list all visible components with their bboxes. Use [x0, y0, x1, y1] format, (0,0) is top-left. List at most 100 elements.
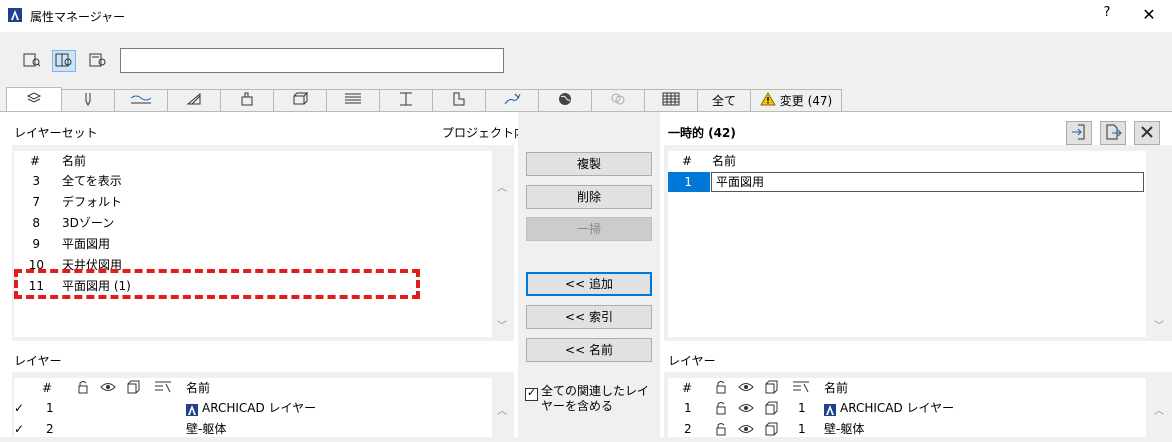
- layers-right-scrollbar[interactable]: ︿: [1148, 378, 1168, 437]
- tab-markup[interactable]: [432, 89, 486, 111]
- list-item[interactable]: 3 全てを表示: [14, 171, 121, 191]
- layers-label-left: レイヤー: [14, 354, 62, 368]
- visible-check-icon: ✓: [14, 422, 25, 436]
- lock-icon[interactable]: [714, 422, 728, 442]
- detail-view-icon: [89, 53, 107, 70]
- surface-icon: [503, 92, 521, 109]
- checkmark-icon: ✓: [527, 386, 537, 399]
- eye-icon[interactable]: [738, 401, 754, 421]
- tab-links[interactable]: [591, 89, 645, 111]
- scroll-up-icon[interactable]: ︿: [497, 402, 507, 417]
- model-icon[interactable]: [764, 422, 778, 442]
- index-button[interactable]: << 索引: [526, 305, 652, 329]
- line-type-icon: [130, 93, 152, 108]
- archicad-logo-icon: [8, 8, 22, 22]
- list-item-selected[interactable]: 1 平面図用: [668, 172, 1144, 192]
- pen-icon: [82, 92, 94, 109]
- layer-sets-list[interactable]: # 名前 3 全てを表示 7 デフォルト 8 3Dゾーン 9 平面図用 10 天井伏図用 1…: [14, 151, 492, 337]
- import-button[interactable]: [1066, 121, 1092, 145]
- scroll-up-icon[interactable]: ︿: [1154, 402, 1164, 417]
- include-related-checkbox[interactable]: ✓: [525, 386, 538, 401]
- composite-icon: [292, 92, 309, 109]
- close-button[interactable]: ✕: [1137, 5, 1161, 25]
- temporary-list[interactable]: # 名前 1 平面図用: [668, 151, 1146, 337]
- list-header: # 名前: [29, 154, 87, 168]
- layers-list-left[interactable]: # 名前 ✓ 1 ARCHICAD レイヤー ✓ 2 壁-躯体: [14, 378, 492, 437]
- close-file-button[interactable]: [1134, 121, 1160, 145]
- tab-fills[interactable]: [167, 89, 221, 111]
- sweep-button[interactable]: 一掃: [526, 217, 652, 241]
- scroll-down-icon[interactable]: ﹀: [497, 317, 507, 332]
- intersection-icon: [154, 380, 172, 400]
- close-icon: [1140, 125, 1154, 142]
- highlight-annotation: [14, 269, 420, 299]
- layers-icon: [26, 91, 42, 108]
- layers-label-right: レイヤー: [668, 354, 716, 368]
- temporary-scrollbar[interactable]: ﹀: [1148, 151, 1168, 337]
- detail-view-button[interactable]: [86, 50, 110, 72]
- list-view-button[interactable]: [20, 50, 44, 72]
- tab-composites[interactable]: [273, 89, 327, 111]
- model-icon: [126, 380, 140, 400]
- layer-sets-label: レイヤーセット: [14, 126, 98, 140]
- help-button[interactable]: ?: [1097, 5, 1117, 25]
- lock-icon: [76, 380, 90, 400]
- list-view-icon: [23, 53, 41, 70]
- model-icon[interactable]: [764, 401, 778, 421]
- list-item[interactable]: 7 デフォルト: [14, 192, 122, 212]
- tab-line-types[interactable]: [114, 89, 168, 111]
- building-material-icon: [239, 92, 255, 109]
- table-row[interactable]: 2 1 壁-躯体: [668, 419, 1146, 439]
- delete-button[interactable]: 削除: [526, 185, 652, 209]
- lock-icon: [714, 380, 728, 400]
- title-bar: [0, 0, 1172, 32]
- warning-icon: [759, 92, 776, 109]
- tab-zones[interactable]: [379, 89, 433, 111]
- tab-surfaces[interactable]: [485, 89, 539, 111]
- tab-tables[interactable]: [644, 89, 698, 111]
- scroll-down-icon[interactable]: ﹀: [1154, 317, 1164, 332]
- export-button[interactable]: [1100, 121, 1126, 145]
- tab-changes-label: 変更 (47): [779, 94, 833, 108]
- attribute-tab-bar: 全て 変更 (47): [6, 87, 842, 111]
- model-icon: [764, 380, 778, 400]
- tab-building-materials[interactable]: [220, 89, 274, 111]
- globe-icon: [558, 92, 572, 109]
- profile-icon: [344, 92, 362, 109]
- table-row[interactable]: 1 1 ARCHICAD レイヤー: [668, 398, 1146, 418]
- tab-profiles[interactable]: [326, 89, 380, 111]
- split-view-icon: [55, 53, 73, 70]
- tab-pens[interactable]: [61, 89, 115, 111]
- export-icon: [1104, 123, 1122, 144]
- tab-changes[interactable]: 変更 (47): [750, 89, 842, 111]
- in-project-label: プロジェクト内: [442, 126, 527, 140]
- tab-environment[interactable]: [538, 89, 592, 111]
- layers-list-right[interactable]: # 名前 1 1 ARCHICAD レイヤー 2 1 壁-躯体: [668, 378, 1146, 437]
- layer-sets-scrollbar[interactable]: ︿ ﹀: [492, 151, 510, 337]
- scroll-up-icon[interactable]: ︿: [497, 179, 507, 194]
- lock-icon[interactable]: [714, 401, 728, 421]
- include-related-label[interactable]: 全ての関連したレイ ヤーを含める: [541, 384, 649, 414]
- split-view-button[interactable]: [52, 50, 76, 72]
- eye-icon[interactable]: [738, 422, 754, 442]
- list-item[interactable]: 9 平面図用: [14, 234, 110, 254]
- layers-left-scrollbar[interactable]: ︿: [492, 378, 510, 437]
- visible-check-icon: ✓: [14, 401, 25, 415]
- eye-icon: [100, 380, 116, 400]
- duplicate-button[interactable]: 複製: [526, 152, 652, 176]
- add-button[interactable]: << 追加: [526, 272, 652, 296]
- tab-all[interactable]: 全て: [697, 89, 751, 111]
- layers-header: # 名前: [14, 378, 210, 398]
- window-title: 属性マネージャー: [30, 10, 126, 24]
- layers-header: # 名前: [668, 378, 848, 398]
- search-input[interactable]: [120, 48, 504, 73]
- link-icon: [610, 92, 626, 109]
- list-header: # 名前: [681, 154, 737, 168]
- table-icon: [662, 92, 680, 109]
- temporary-title: 一時的 (42): [668, 126, 736, 140]
- tab-layers[interactable]: [6, 87, 62, 111]
- zone-icon: [398, 92, 414, 109]
- fill-icon: [186, 92, 202, 109]
- name-button[interactable]: << 名前: [526, 338, 652, 362]
- list-item[interactable]: 8 3Dゾーン: [14, 213, 114, 233]
